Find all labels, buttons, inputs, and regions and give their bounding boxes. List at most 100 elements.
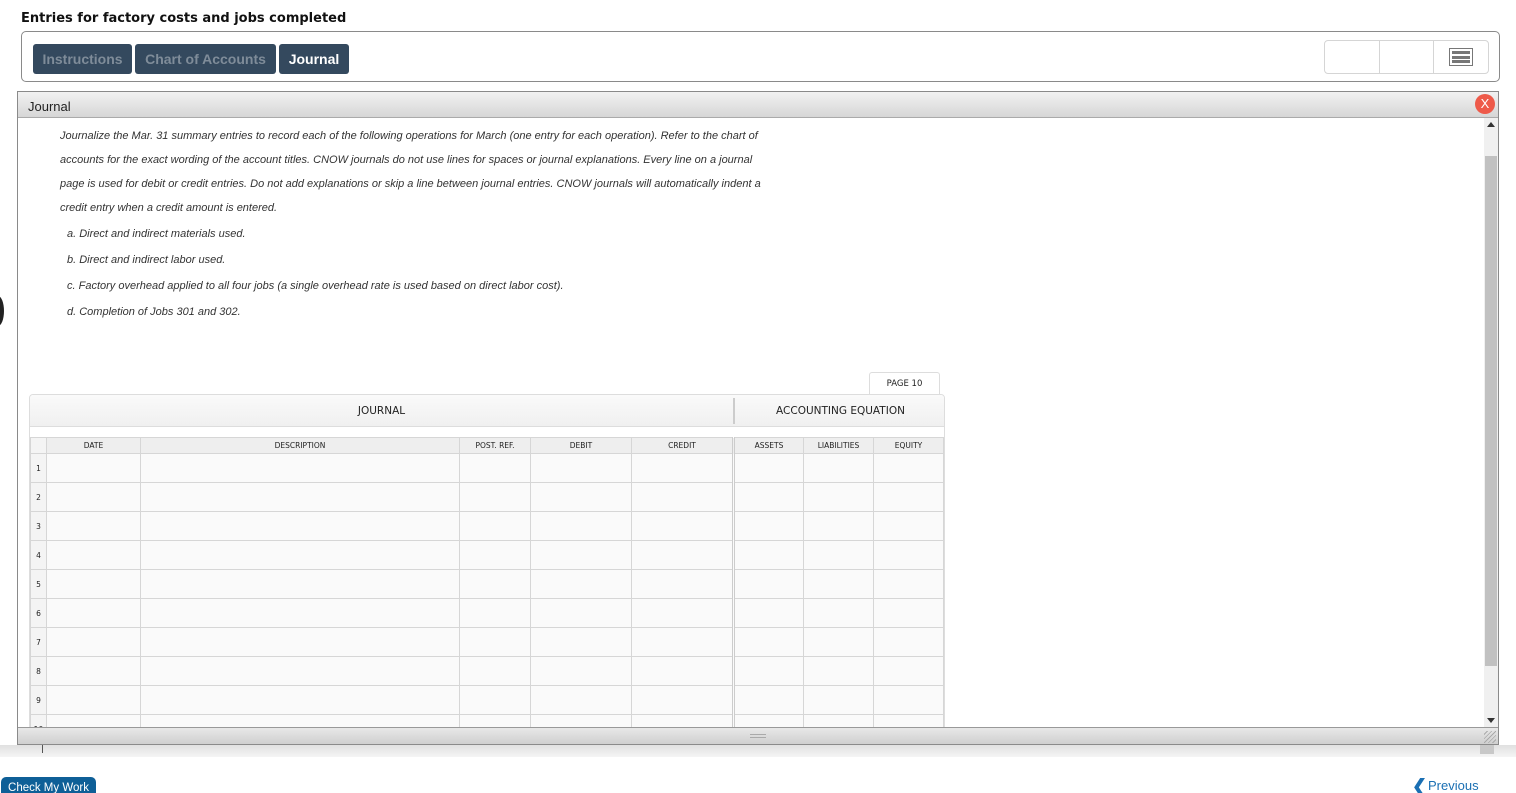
cell-description[interactable] — [140, 511, 460, 541]
cell-equity[interactable] — [873, 685, 944, 715]
operation-item: c. Factory overhead applied to all four … — [67, 280, 564, 292]
cell-equity[interactable] — [873, 482, 944, 512]
cell-description[interactable] — [140, 453, 460, 483]
cell-liabilities[interactable] — [803, 598, 874, 628]
close-button[interactable]: X — [1475, 94, 1495, 114]
tab-chart-of-accounts[interactable]: Chart of Accounts — [135, 44, 276, 74]
cell-post-ref[interactable] — [459, 685, 531, 715]
cell-post-ref[interactable] — [459, 511, 531, 541]
cell-liabilities[interactable] — [803, 627, 874, 657]
scroll-up-arrow-icon[interactable] — [1487, 122, 1495, 127]
cell-credit[interactable] — [631, 482, 734, 512]
column-header-liabilities: LIABILITIES — [803, 437, 874, 454]
cell-credit[interactable] — [631, 598, 734, 628]
cell-credit[interactable] — [631, 685, 734, 715]
previous-link[interactable]: ❮ Previous — [1412, 777, 1479, 793]
cell-liabilities[interactable] — [803, 482, 874, 512]
cell-assets[interactable] — [732, 627, 804, 657]
cell-liabilities[interactable] — [803, 569, 874, 599]
cell-description[interactable] — [140, 656, 460, 686]
cell-equity[interactable] — [873, 598, 944, 628]
dialog-header[interactable]: Journal X — [18, 92, 1498, 118]
resize-handle-icon[interactable] — [750, 734, 766, 738]
cell-description[interactable] — [140, 482, 460, 512]
cell-equity[interactable] — [873, 453, 944, 483]
cell-description[interactable] — [140, 598, 460, 628]
cell-post-ref[interactable] — [459, 627, 531, 657]
cell-credit[interactable] — [631, 569, 734, 599]
cell-debit[interactable] — [530, 511, 632, 541]
cell-liabilities[interactable] — [803, 685, 874, 715]
cell-debit[interactable] — [530, 627, 632, 657]
cell-post-ref[interactable] — [459, 453, 531, 483]
cell-post-ref[interactable] — [459, 656, 531, 686]
cell-debit[interactable] — [530, 598, 632, 628]
tab-journal[interactable]: Journal — [279, 44, 349, 74]
cell-assets[interactable] — [732, 511, 804, 541]
check-my-work-button[interactable]: Check My Work — [1, 777, 96, 793]
row-number: 2 — [30, 482, 47, 512]
cell-post-ref[interactable] — [459, 598, 531, 628]
cell-credit[interactable] — [631, 656, 734, 686]
corner-resize-icon[interactable] — [1484, 731, 1496, 743]
cell-assets[interactable] — [732, 685, 804, 715]
cell-description[interactable] — [140, 569, 460, 599]
table-row: 3 — [30, 511, 944, 541]
previous-label: Previous — [1428, 778, 1479, 793]
vertical-scrollbar[interactable] — [1484, 118, 1498, 729]
cell-liabilities[interactable] — [803, 511, 874, 541]
tab-instructions[interactable]: Instructions — [33, 44, 132, 74]
cell-liabilities[interactable] — [803, 453, 874, 483]
journal-dialog: Journal X Journalize the Mar. 31 summary… — [17, 91, 1499, 745]
toolbar-button-1[interactable] — [1325, 41, 1380, 73]
cell-date[interactable] — [46, 511, 141, 541]
cell-debit[interactable] — [530, 656, 632, 686]
cell-date[interactable] — [46, 656, 141, 686]
instruction-line: accounts for the exact wording of the ac… — [60, 154, 753, 166]
cell-debit[interactable] — [530, 482, 632, 512]
column-header-row: DATE DESCRIPTION POST. REF. DEBIT CREDIT… — [30, 437, 944, 454]
cell-assets[interactable] — [732, 540, 804, 570]
cell-date[interactable] — [46, 569, 141, 599]
cell-post-ref[interactable] — [459, 569, 531, 599]
cell-post-ref[interactable] — [459, 482, 531, 512]
cell-assets[interactable] — [732, 453, 804, 483]
cell-equity[interactable] — [873, 569, 944, 599]
cell-date[interactable] — [46, 598, 141, 628]
cell-credit[interactable] — [631, 627, 734, 657]
cell-equity[interactable] — [873, 656, 944, 686]
cell-description[interactable] — [140, 685, 460, 715]
cell-post-ref[interactable] — [459, 540, 531, 570]
cell-date[interactable] — [46, 540, 141, 570]
cell-credit[interactable] — [631, 540, 734, 570]
cell-equity[interactable] — [873, 540, 944, 570]
cell-liabilities[interactable] — [803, 656, 874, 686]
cell-liabilities[interactable] — [803, 540, 874, 570]
cell-assets[interactable] — [732, 656, 804, 686]
cell-date[interactable] — [46, 685, 141, 715]
cell-date[interactable] — [46, 453, 141, 483]
toolbar-button-2[interactable] — [1380, 41, 1435, 73]
cell-credit[interactable] — [631, 511, 734, 541]
cell-assets[interactable] — [732, 482, 804, 512]
table-row: 6 — [30, 598, 944, 628]
cell-date[interactable] — [46, 482, 141, 512]
cell-date[interactable] — [46, 627, 141, 657]
cell-equity[interactable] — [873, 511, 944, 541]
menu-button[interactable] — [1434, 41, 1488, 73]
cell-debit[interactable] — [530, 569, 632, 599]
row-number: 4 — [30, 540, 47, 570]
cell-debit[interactable] — [530, 540, 632, 570]
row-number: 5 — [30, 569, 47, 599]
cell-debit[interactable] — [530, 685, 632, 715]
cell-assets[interactable] — [732, 569, 804, 599]
cell-debit[interactable] — [530, 453, 632, 483]
cell-description[interactable] — [140, 627, 460, 657]
scroll-down-arrow-icon[interactable] — [1487, 718, 1495, 723]
cell-credit[interactable] — [631, 453, 734, 483]
scroll-thumb[interactable] — [1485, 156, 1497, 666]
column-header-date: DATE — [46, 437, 141, 454]
cell-assets[interactable] — [732, 598, 804, 628]
cell-description[interactable] — [140, 540, 460, 570]
cell-equity[interactable] — [873, 627, 944, 657]
